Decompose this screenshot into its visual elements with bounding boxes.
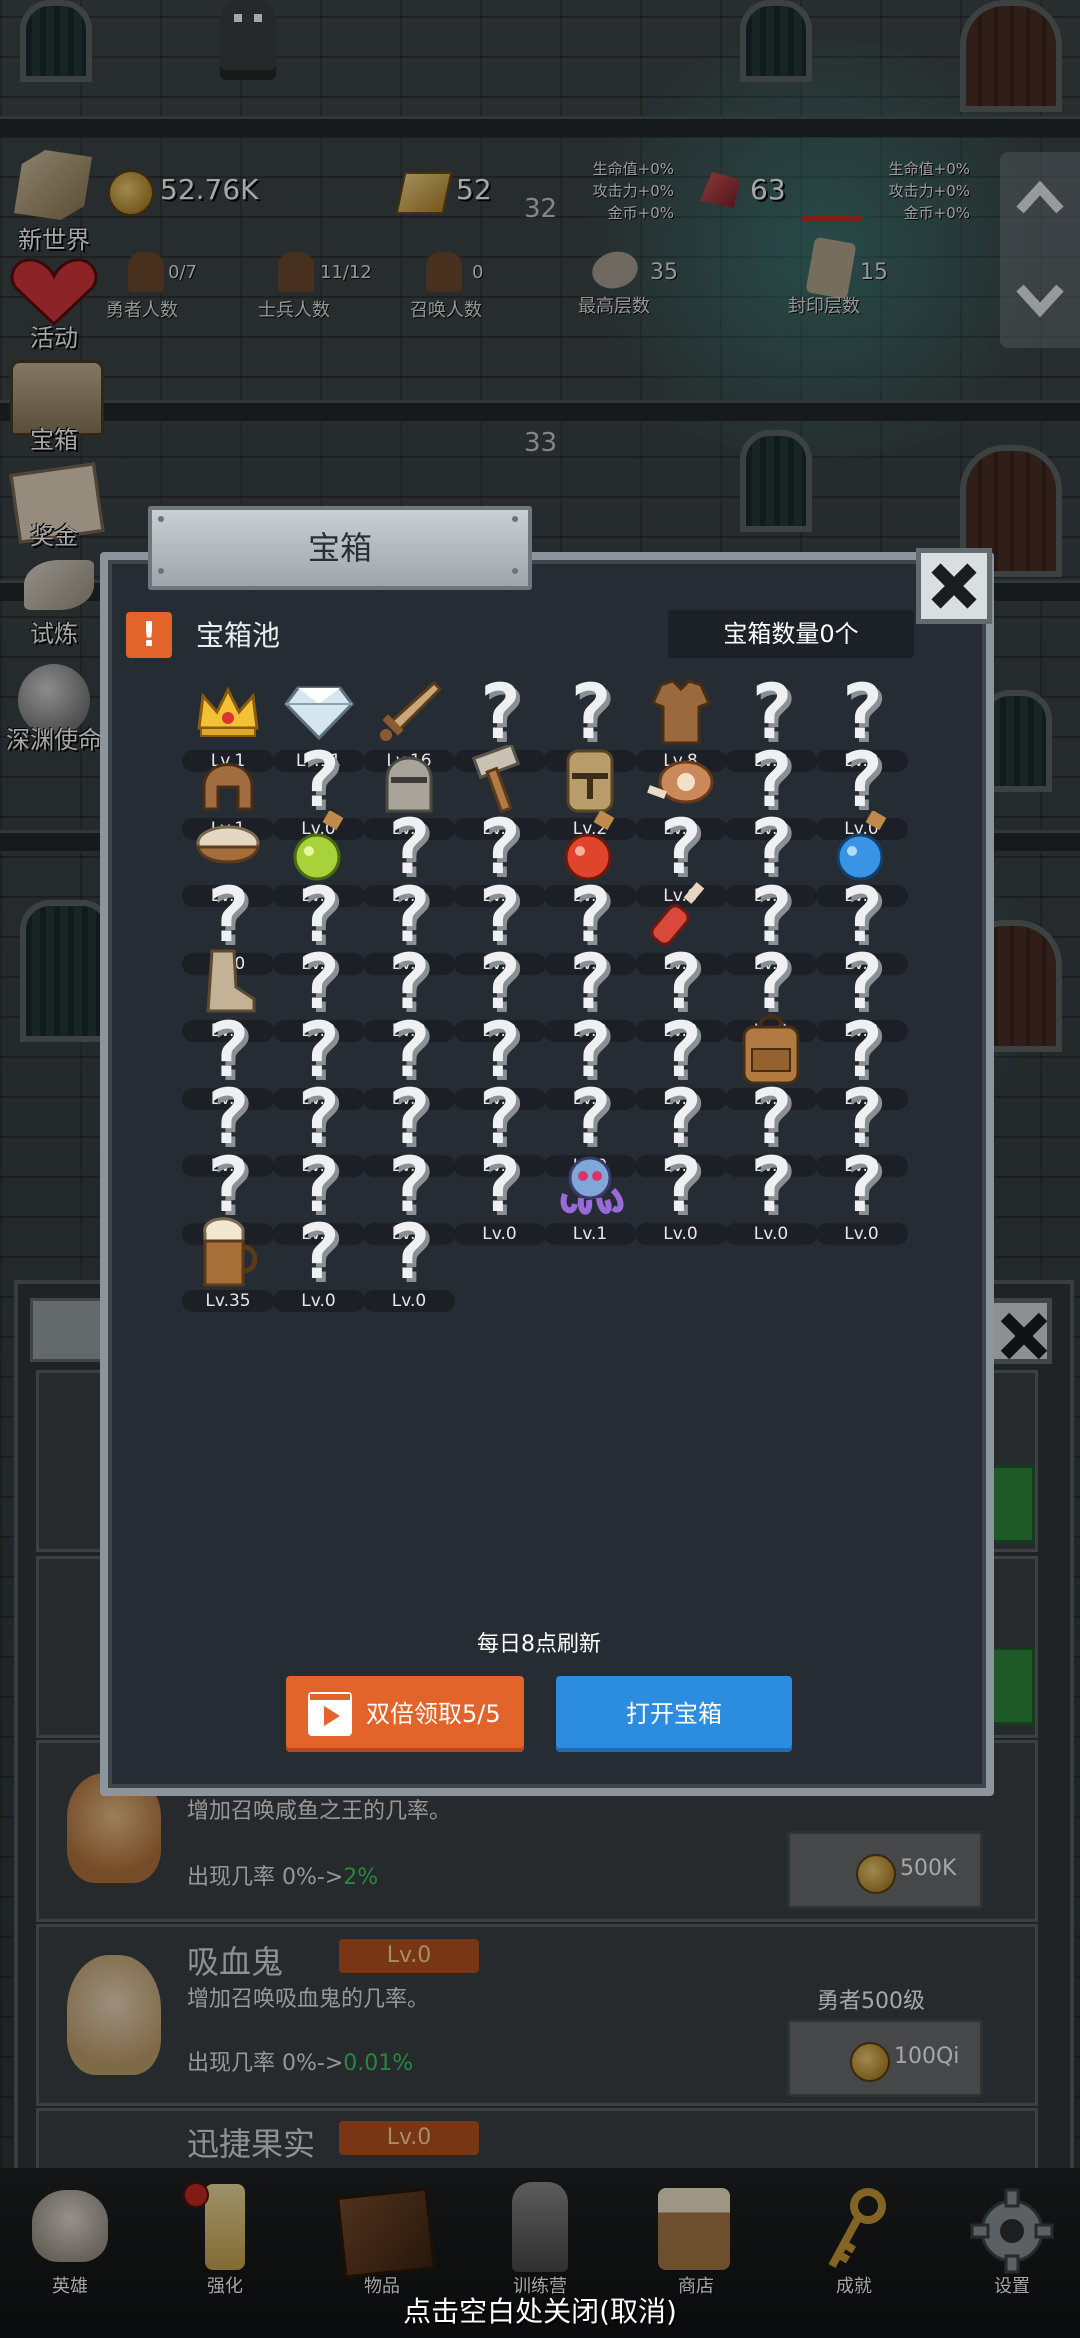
chest-item-unknown[interactable]: ?Lv.0 — [453, 1139, 546, 1245]
tentacle-monster-icon — [550, 1145, 630, 1225]
modal-close-icon[interactable] — [916, 548, 992, 624]
question-mark-icon: ? — [657, 1139, 704, 1229]
modal-title: 宝箱 — [148, 506, 532, 590]
chest-item-unknown[interactable]: ?Lv.0 — [272, 1207, 365, 1312]
item-level-label: Lv.1 — [544, 1222, 636, 1245]
alert-icon: ! — [126, 612, 172, 658]
item-level-label: Lv.0 — [634, 1222, 727, 1245]
item-level-label: Lv.0 — [725, 1222, 817, 1245]
beer-mug-icon — [188, 1212, 268, 1292]
item-level-label: Lv.0 — [363, 1290, 455, 1312]
chest-item-unknown[interactable]: ?Lv.0 — [815, 1139, 908, 1245]
item-level-label: Lv.0 — [815, 1222, 908, 1245]
chest-item-tentacle-monster[interactable]: Lv.1 — [544, 1145, 636, 1245]
refresh-note: 每日8点刷新 — [477, 1632, 601, 1657]
video-play-icon — [308, 1692, 352, 1736]
question-mark-icon: ? — [386, 1207, 432, 1296]
double-claim-label: 双倍领取5/5 — [366, 1700, 501, 1728]
rivet — [512, 568, 518, 574]
chest-item-unknown[interactable]: ?Lv.0 — [634, 1139, 727, 1245]
rivet — [158, 516, 164, 522]
close-hint: 点击空白处关闭(取消) — [403, 2295, 677, 2328]
question-mark-icon: ? — [838, 1139, 885, 1229]
question-mark-icon: ? — [476, 1139, 523, 1229]
chest-item-unknown[interactable]: ?Lv.0 — [363, 1207, 455, 1312]
question-mark-icon: ? — [295, 1207, 342, 1296]
double-claim-button[interactable]: 双倍领取5/5 — [286, 1676, 524, 1752]
chest-item-beer-mug[interactable]: Lv.35 — [182, 1212, 274, 1312]
chest-item-unknown[interactable]: ?Lv.0 — [725, 1139, 817, 1245]
item-level-label: Lv.0 — [272, 1290, 365, 1312]
chest-pool-title: 宝箱池 — [196, 619, 281, 652]
item-level-label: Lv.35 — [182, 1290, 274, 1312]
question-mark-icon: ? — [748, 1139, 794, 1229]
rivet — [512, 516, 518, 522]
rivet — [158, 568, 164, 574]
open-chest-button[interactable]: 打开宝箱 — [556, 1676, 792, 1752]
chest-count: 宝箱数量0个 — [668, 610, 914, 658]
item-level-label: Lv.0 — [453, 1222, 546, 1245]
